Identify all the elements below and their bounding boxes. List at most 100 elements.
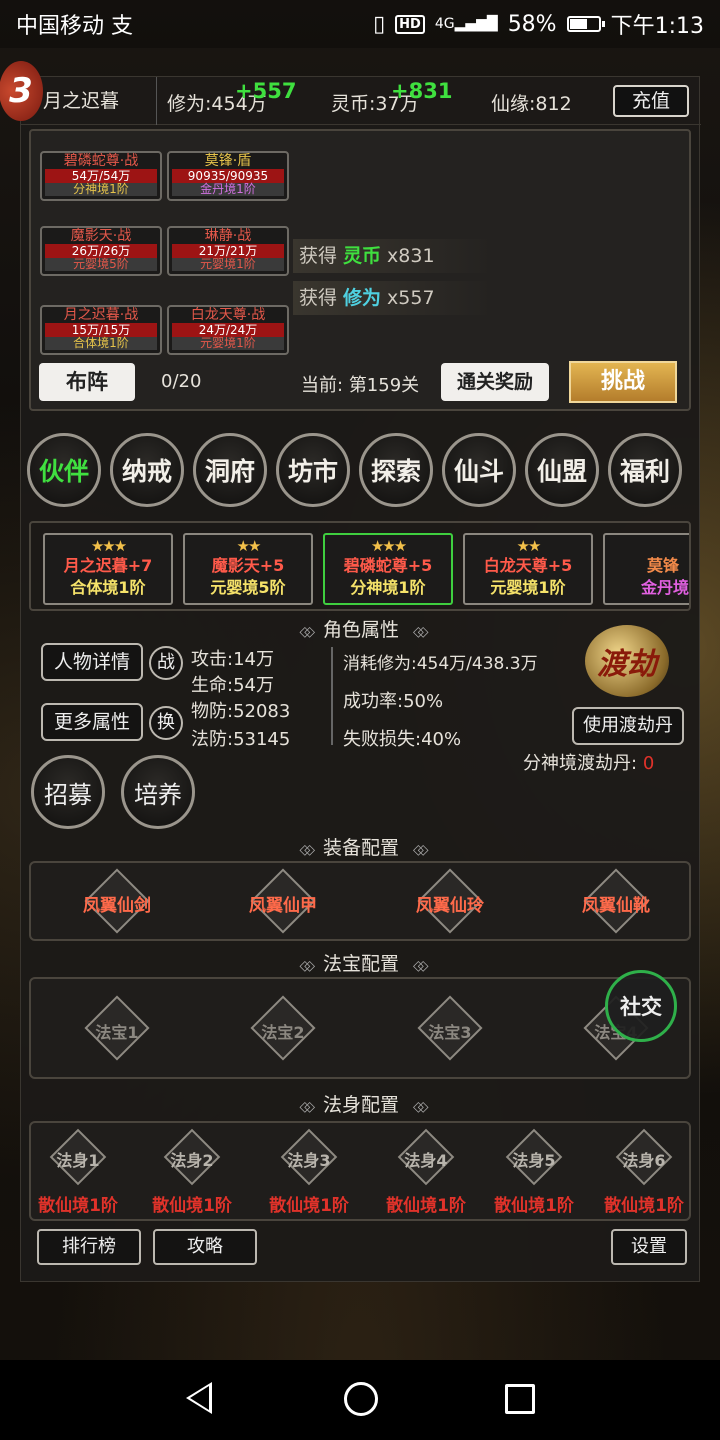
player-name: 月之迟暮 — [21, 76, 157, 125]
menu-partner[interactable]: 伙伴 — [27, 433, 101, 507]
success-rate: 成功率:50% — [343, 691, 444, 712]
equip-slot-label: 凤翼仙甲 — [249, 896, 317, 916]
status-right: ▯ HD 4G▂▄▆█ 58% 下午1:13 — [373, 8, 704, 40]
use-pill-button[interactable]: 使用渡劫丹 — [572, 707, 684, 745]
unit-realm: 合体境1阶 — [45, 337, 157, 350]
guide-button[interactable]: 攻略 — [153, 1229, 257, 1265]
settings-button[interactable]: 设置 — [611, 1229, 687, 1265]
unit-name: 碧磷蛇尊·战 — [63, 153, 139, 169]
recharge-button[interactable]: 充值 — [613, 85, 689, 117]
menu-ring[interactable]: 纳戒 — [110, 433, 184, 507]
battery-icon — [566, 16, 605, 32]
unit-hp: 90935/90935 — [172, 169, 284, 183]
partner-realm: 合体境1阶 — [70, 578, 146, 597]
social-button[interactable]: 社交 — [605, 970, 677, 1042]
partner-card-selected[interactable]: ★★★ 碧磷蛇尊+5 分神境1阶 — [323, 533, 453, 605]
unit-name: 琳静·战 — [204, 228, 252, 244]
partner-realm: 元婴境1阶 — [490, 578, 566, 597]
home-icon[interactable] — [344, 1382, 378, 1416]
battle-unit[interactable]: 月之迟暮·战 15万/15万 合体境1阶 — [40, 305, 162, 355]
battle-toggle-button[interactable]: 战 — [149, 646, 183, 680]
treasures-title: 法宝配置 — [21, 949, 701, 976]
carrier-group: 中国移动 支 — [16, 8, 133, 40]
unit-hp: 24万/24万 — [172, 323, 284, 337]
loot-message: 获得 修为 x557 — [293, 281, 493, 315]
more-attributes-button[interactable]: 更多属性 — [41, 703, 143, 741]
menu-market[interactable]: 坊市 — [276, 433, 350, 507]
challenge-button[interactable]: 挑战 — [569, 361, 677, 403]
resource-bar: 月之迟暮 修为:454万 +557 灵币:37万 +831 仙缘:812 充值 — [21, 76, 701, 125]
equip-slot-label: 凤翼仙靴 — [582, 896, 650, 916]
partner-list: ★★★ 月之迟暮+7 合体境1阶 ★★ 魔影天+5 元婴境5阶 ★★★ 碧磷蛇尊… — [29, 521, 691, 611]
train-button[interactable]: 培养 — [121, 755, 195, 829]
switch-button[interactable]: 换 — [149, 706, 183, 740]
menu-alliance[interactable]: 仙盟 — [525, 433, 599, 507]
treasure-slot-label: 法宝1 — [95, 1023, 139, 1042]
treasure-slot-label: 法宝2 — [261, 1023, 305, 1042]
unit-name: 魔影天·战 — [70, 228, 132, 244]
tribulation-icon[interactable]: 渡劫 — [585, 625, 669, 697]
partner-card[interactable]: 莫锋 金丹境 — [603, 533, 689, 605]
details-button[interactable]: 人物详情 — [41, 643, 143, 681]
consume-stat: 消耗修为:454万/438.3万 — [343, 654, 538, 674]
current-label: 当前: — [301, 375, 344, 396]
unit-hp: 54万/54万 — [45, 169, 157, 183]
body-realm: 散仙境1阶 — [604, 1196, 684, 1216]
clock: 下午1:13 — [610, 14, 704, 39]
formation-button[interactable]: 布阵 — [39, 363, 135, 401]
body-slot-label: 法身6 — [622, 1151, 666, 1170]
equipment-title: 装备配置 — [21, 833, 701, 860]
battle-unit[interactable]: 琳静·战 21万/21万 元婴境1阶 — [167, 226, 289, 276]
star-icon: ★★ — [236, 537, 262, 555]
battle-unit[interactable]: 莫锋·盾 90935/90935 金丹境1阶 — [167, 151, 289, 201]
recent-apps-icon[interactable] — [505, 1384, 535, 1414]
current-stage-value: 第159关 — [348, 375, 420, 396]
partner-name: 白龙天尊+5 — [483, 556, 573, 575]
menu-welfare[interactable]: 福利 — [608, 433, 682, 507]
current-stage: 当前: 第159关 — [301, 371, 419, 397]
loot-item: 修为 — [343, 287, 382, 309]
treasure-panel: 法宝1 法宝2 法宝3 法宝4 — [29, 977, 691, 1079]
mag-def-stat: 法防:53145 — [191, 729, 291, 750]
back-icon[interactable] — [186, 1382, 212, 1414]
body-slot-label: 法身3 — [287, 1151, 331, 1170]
partner-card[interactable]: ★★★ 月之迟暮+7 合体境1阶 — [43, 533, 173, 605]
menu-explore[interactable]: 探索 — [359, 433, 433, 507]
loot-amount: x831 — [387, 245, 435, 267]
loot-amount: x557 — [387, 287, 435, 309]
battle-unit[interactable]: 碧磷蛇尊·战 54万/54万 分神境1阶 — [40, 151, 162, 201]
unit-hp: 15万/15万 — [45, 323, 157, 337]
unit-realm: 分神境1阶 — [45, 183, 157, 196]
menu-pvp[interactable]: 仙斗 — [442, 433, 516, 507]
battery-fill — [569, 19, 587, 29]
signal-label: 4G — [434, 16, 455, 32]
battle-progress: 0/20 — [161, 371, 202, 392]
pill-label: 分神境渡劫丹: — [523, 753, 638, 774]
partner-card[interactable]: ★★ 魔影天+5 元婴境5阶 — [183, 533, 313, 605]
unit-hp: 21万/21万 — [172, 244, 284, 258]
equipment-panel: 凤翼仙剑 凤翼仙甲 凤翼仙玲 凤翼仙靴 — [29, 861, 691, 941]
unit-name: 白龙天尊·战 — [190, 307, 266, 323]
battle-unit[interactable]: 白龙天尊·战 24万/24万 元婴境1阶 — [167, 305, 289, 355]
body-realm: 散仙境1阶 — [269, 1196, 349, 1216]
battery-percent: 58% — [507, 11, 557, 37]
bodies-title: 法身配置 — [21, 1090, 701, 1117]
menu-cave[interactable]: 洞府 — [193, 433, 267, 507]
cultivation-gain: +557 — [235, 79, 297, 103]
ranking-button[interactable]: 排行榜 — [37, 1229, 141, 1265]
main-panel: 3 月之迟暮 修为:454万 +557 灵币:37万 +831 仙缘:812 充… — [0, 61, 701, 1282]
main-menu: 伙伴 纳戒 洞府 坊市 探索 仙斗 仙盟 福利 — [27, 433, 697, 513]
xianyuan-stat: 仙缘:812 — [491, 93, 572, 115]
star-icon — [605, 537, 689, 555]
battle-unit[interactable]: 魔影天·战 26万/26万 元婴境5阶 — [40, 226, 162, 276]
recruit-button[interactable]: 招募 — [31, 755, 105, 829]
body-slot-label: 法身1 — [56, 1151, 100, 1170]
body-slot-label: 法身4 — [404, 1151, 448, 1170]
partner-card[interactable]: ★★ 白龙天尊+5 元婴境1阶 — [463, 533, 593, 605]
phys-def-stat: 物防:52083 — [191, 701, 291, 722]
star-icon: ★★ — [516, 537, 542, 555]
equip-slot-label: 凤翼仙剑 — [83, 896, 151, 916]
pill-count: 0 — [642, 753, 655, 774]
attack-stat: 攻击:14万 — [191, 649, 274, 670]
clear-reward-button[interactable]: 通关奖励 — [441, 363, 549, 401]
